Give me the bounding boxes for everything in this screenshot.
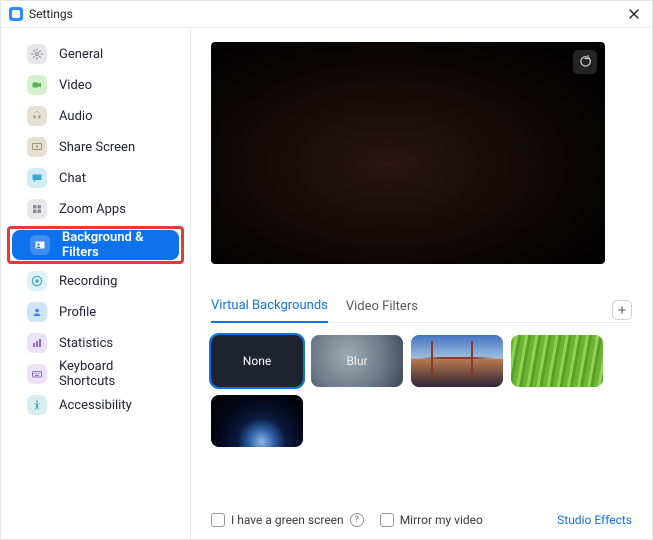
- sidebar-item-label: Video: [59, 78, 92, 93]
- checkbox-label: Mirror my video: [400, 513, 483, 527]
- sidebar-item-label: Audio: [59, 109, 92, 124]
- checkbox-box: [380, 513, 394, 527]
- sidebar-item-label: Share Screen: [59, 140, 135, 155]
- profile-icon: [27, 302, 47, 322]
- plus-icon: [617, 305, 627, 315]
- sidebar-item-recording[interactable]: Recording: [9, 266, 182, 296]
- sidebar-item-accessibility[interactable]: Accessibility: [9, 390, 182, 420]
- audio-icon: [27, 106, 47, 126]
- filter-tabs: Virtual Backgrounds Video Filters: [211, 298, 632, 323]
- sidebar-item-label: Chat: [59, 171, 86, 186]
- main-panel: Virtual Backgrounds Video Filters None B…: [191, 28, 652, 539]
- studio-effects-link[interactable]: Studio Effects: [557, 513, 632, 527]
- sidebar-item-keyboard-shortcuts[interactable]: Keyboard Shortcuts: [9, 359, 182, 389]
- checkbox-box: [211, 513, 225, 527]
- bg-tile-earth[interactable]: [211, 395, 303, 447]
- sidebar-item-label: Background & Filters: [62, 230, 169, 260]
- sidebar-item-zoom-apps[interactable]: Zoom Apps: [9, 194, 182, 224]
- bg-tile-label: Blur: [346, 354, 367, 368]
- gear-icon: [27, 44, 47, 64]
- sidebar-item-label: General: [59, 47, 103, 62]
- close-button[interactable]: [624, 6, 644, 22]
- titlebar-left: Settings: [9, 7, 73, 21]
- sidebar: General Video Audio Share Screen: [1, 28, 191, 539]
- sidebar-item-general[interactable]: General: [9, 39, 182, 69]
- sidebar-item-audio[interactable]: Audio: [9, 101, 182, 131]
- bg-tile-bridge[interactable]: [411, 335, 503, 387]
- window-body: General Video Audio Share Screen: [1, 27, 652, 539]
- green-screen-checkbox[interactable]: I have a green screen ?: [211, 513, 364, 527]
- checkbox-label: I have a green screen: [231, 513, 344, 527]
- background-grid: None Blur: [211, 335, 632, 447]
- close-icon: [628, 8, 640, 20]
- rotate-camera-button[interactable]: [573, 50, 597, 74]
- recording-icon: [27, 271, 47, 291]
- bg-tile-none[interactable]: None: [211, 335, 303, 387]
- sidebar-item-share-screen[interactable]: Share Screen: [9, 132, 182, 162]
- bg-tile-blur[interactable]: Blur: [311, 335, 403, 387]
- sidebar-item-background-filters[interactable]: Background & Filters: [12, 230, 179, 260]
- sidebar-item-label: Accessibility: [59, 398, 132, 413]
- mirror-video-checkbox[interactable]: Mirror my video: [380, 513, 483, 527]
- bottom-controls: I have a green screen ? Mirror my video …: [211, 505, 632, 527]
- titlebar: Settings: [1, 1, 652, 27]
- bg-tile-label: None: [243, 354, 271, 368]
- tab-video-filters[interactable]: Video Filters: [346, 299, 418, 322]
- video-preview: [211, 42, 605, 264]
- window-title: Settings: [29, 7, 73, 21]
- statistics-icon: [27, 333, 47, 353]
- video-icon: [27, 75, 47, 95]
- sidebar-item-profile[interactable]: Profile: [9, 297, 182, 327]
- sidebar-item-label: Statistics: [59, 336, 113, 351]
- apps-icon: [27, 199, 47, 219]
- profile-card-icon: [30, 235, 50, 255]
- accessibility-icon: [27, 395, 47, 415]
- sidebar-item-video[interactable]: Video: [9, 70, 182, 100]
- sidebar-item-label: Profile: [59, 305, 96, 320]
- share-screen-icon: [27, 137, 47, 157]
- chat-icon: [27, 168, 47, 188]
- help-icon[interactable]: ?: [350, 513, 364, 527]
- zoom-app-icon: [9, 7, 23, 21]
- keyboard-icon: [27, 364, 47, 384]
- sidebar-item-chat[interactable]: Chat: [9, 163, 182, 193]
- sidebar-item-statistics[interactable]: Statistics: [9, 328, 182, 358]
- sidebar-item-label: Recording: [59, 274, 117, 289]
- sidebar-item-label: Zoom Apps: [59, 202, 126, 217]
- add-background-button[interactable]: [612, 300, 632, 320]
- rotate-icon: [578, 55, 592, 69]
- sidebar-item-highlight: Background & Filters: [7, 226, 184, 264]
- tab-virtual-backgrounds[interactable]: Virtual Backgrounds: [211, 298, 328, 323]
- bg-tile-grass[interactable]: [511, 335, 603, 387]
- settings-window: Settings General Video: [0, 0, 653, 540]
- sidebar-item-label: Keyboard Shortcuts: [59, 359, 172, 389]
